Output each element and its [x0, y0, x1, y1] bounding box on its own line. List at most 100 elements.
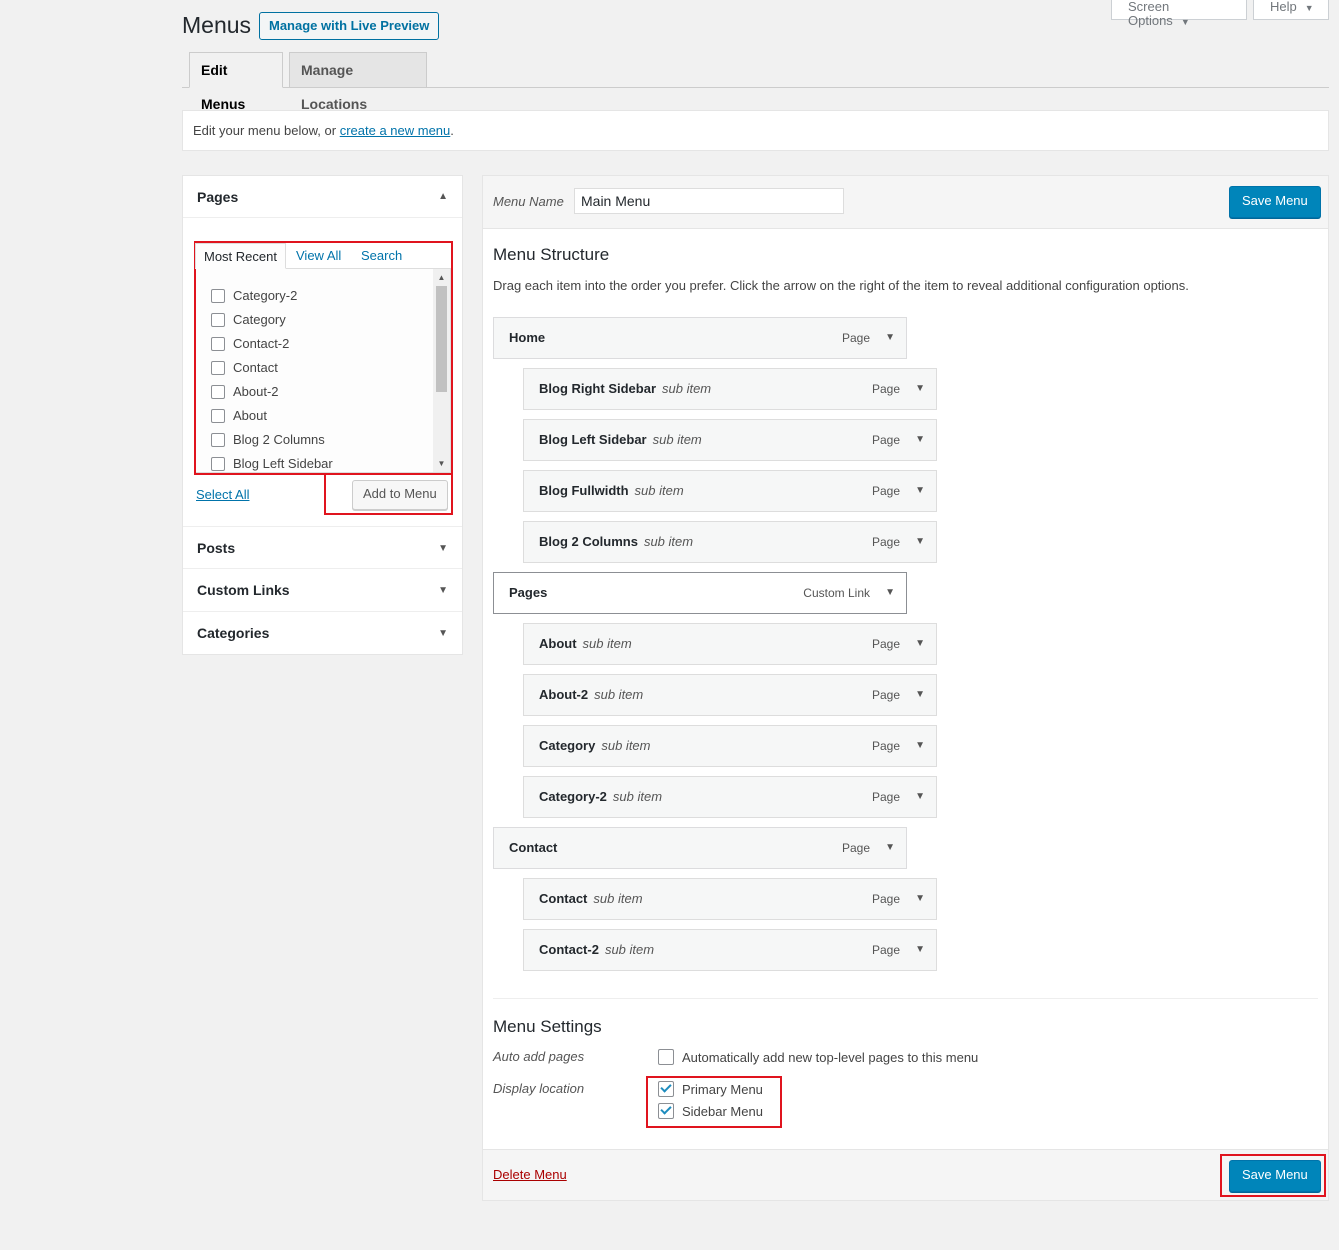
- menu-item-title: Blog Fullwidth sub item: [539, 471, 684, 511]
- item-edit-arrow-icon[interactable]: ▼: [885, 318, 895, 358]
- item-edit-arrow-icon[interactable]: ▼: [915, 930, 925, 970]
- caret-down-icon[interactable]: ▼: [438, 527, 448, 570]
- live-preview-button[interactable]: Manage with Live Preview: [259, 12, 440, 40]
- item-edit-arrow-icon[interactable]: ▼: [915, 726, 925, 766]
- highlight-save-bottom: [1220, 1154, 1326, 1197]
- menu-item-title: Category sub item: [539, 726, 651, 766]
- menu-item-title-text: Home: [509, 330, 546, 345]
- highlight-pages-list: [194, 241, 453, 475]
- menu-item-sub-label: sub item: [662, 381, 712, 396]
- menu-item-title: Contact sub item: [539, 879, 643, 919]
- accordion-pages-header[interactable]: Pages ▲: [183, 176, 462, 218]
- menu-item-title-text: Category-2: [539, 789, 607, 804]
- menu-item[interactable]: Pages Custom Link ▼: [493, 572, 907, 614]
- screen-options-button[interactable]: Screen Options ▼: [1111, 0, 1247, 28]
- menu-item-title-text: Contact: [539, 891, 588, 906]
- divider: [493, 998, 1318, 999]
- menu-item-title: Blog Right Sidebar sub item: [539, 369, 711, 409]
- item-edit-arrow-icon[interactable]: ▼: [915, 471, 925, 511]
- menu-item-sub-label: sub item: [604, 942, 655, 957]
- auto-add-text: Automatically add new top-level pages to…: [682, 1050, 979, 1065]
- item-edit-arrow-icon[interactable]: ▼: [915, 777, 925, 817]
- menu-item[interactable]: Contact-2 sub item Page ▼: [523, 929, 937, 971]
- accordion-posts[interactable]: Posts ▼: [183, 526, 462, 569]
- menu-item[interactable]: Blog 2 Columns sub item Page ▼: [523, 521, 937, 563]
- save-menu-button-top[interactable]: Save Menu: [1229, 186, 1321, 218]
- highlight-locations: [646, 1076, 782, 1128]
- menu-name-label: Menu Name: [493, 194, 564, 209]
- item-edit-arrow-icon[interactable]: ▼: [915, 879, 925, 919]
- caret-down-icon: ▼: [1304, 3, 1314, 13]
- accordion-categories[interactable]: Categories ▼: [183, 612, 462, 655]
- menu-item[interactable]: Contact Page ▼: [493, 827, 907, 869]
- item-edit-arrow-icon[interactable]: ▼: [885, 573, 895, 613]
- item-edit-arrow-icon[interactable]: ▼: [915, 420, 925, 460]
- menu-item-sub-label: sub item: [634, 483, 684, 498]
- menu-item[interactable]: About sub item Page ▼: [523, 623, 937, 665]
- menu-item-type: Page: [871, 535, 900, 549]
- caret-down-icon[interactable]: ▼: [438, 612, 448, 655]
- menu-item-title: About sub item: [539, 624, 632, 664]
- menu-item-title: Blog Left Sidebar sub item: [539, 420, 702, 460]
- menu-item-type: Page: [841, 331, 870, 345]
- menu-item-title-text: Pages: [509, 585, 548, 600]
- menu-item[interactable]: Home Page ▼: [493, 317, 907, 359]
- tab-most-recent[interactable]: Most Recent: [195, 243, 286, 269]
- menu-item-sub-label: sub item: [582, 636, 632, 651]
- menu-item[interactable]: Contact sub item Page ▼: [523, 878, 937, 920]
- screen-options-label: Screen Options: [1128, 0, 1173, 28]
- menu-settings-title: Menu Settings: [493, 1017, 602, 1036]
- menu-item-type: Page: [871, 688, 900, 702]
- delete-menu-link[interactable]: Delete Menu: [493, 1167, 567, 1182]
- item-edit-arrow-icon[interactable]: ▼: [915, 522, 925, 562]
- tab-edit-menus[interactable]: Edit Menus: [189, 52, 283, 112]
- info-end: .: [450, 123, 454, 138]
- caret-up-icon[interactable]: ▲: [438, 176, 448, 218]
- accordion-custom-links-title: Custom Links: [197, 582, 290, 598]
- menu-item[interactable]: Category-2 sub item Page ▼: [523, 776, 937, 818]
- item-edit-arrow-icon[interactable]: ▼: [915, 675, 925, 715]
- auto-add-checkbox[interactable]: [658, 1049, 674, 1065]
- menu-item-title: About-2 sub item: [539, 675, 643, 715]
- tab-manage-locations[interactable]: Manage Locations: [289, 52, 427, 112]
- menu-item-type: Page: [871, 739, 900, 753]
- info-text: Edit your menu below, or: [193, 123, 340, 138]
- accordion-categories-title: Categories: [197, 625, 270, 641]
- menu-structure-title: Menu Structure: [493, 245, 610, 264]
- help-label: Help: [1270, 0, 1297, 14]
- menu-item-title: Contact-2 sub item: [539, 930, 654, 970]
- item-edit-arrow-icon[interactable]: ▼: [915, 624, 925, 664]
- accordion-custom-links[interactable]: Custom Links ▼: [183, 569, 462, 612]
- menu-item-title-text: Category: [539, 738, 596, 753]
- display-location-label: Display location: [493, 1081, 585, 1096]
- menu-name-input[interactable]: Main Menu: [574, 188, 844, 214]
- menu-edit-panel: Menu Name Main Menu Save Menu Menu Struc…: [482, 175, 1329, 1201]
- accordion-pages-title: Pages: [197, 189, 239, 205]
- menu-item-sub-label: sub item: [601, 738, 651, 753]
- menu-item[interactable]: About-2 sub item Page ▼: [523, 674, 937, 716]
- caret-down-icon[interactable]: ▼: [438, 569, 448, 612]
- menu-item[interactable]: Blog Right Sidebar sub item Page ▼: [523, 368, 937, 410]
- accordion-posts-title: Posts: [197, 540, 236, 556]
- caret-down-icon: ▼: [1180, 17, 1190, 27]
- menu-item-title: Pages: [509, 573, 547, 613]
- menu-item-title-text: Blog Fullwidth: [539, 483, 629, 498]
- item-edit-arrow-icon[interactable]: ▼: [915, 369, 925, 409]
- item-edit-arrow-icon[interactable]: ▼: [885, 828, 895, 868]
- select-all-link[interactable]: Select All: [196, 487, 249, 502]
- page-title: Menus: [182, 12, 252, 38]
- auto-add-option[interactable]: Automatically add new top-level pages to…: [658, 1049, 978, 1065]
- menu-item-title-text: Blog Right Sidebar: [539, 381, 656, 396]
- menu-item[interactable]: Blog Fullwidth sub item Page ▼: [523, 470, 937, 512]
- menu-item[interactable]: Blog Left Sidebar sub item Page ▼: [523, 419, 937, 461]
- menu-item[interactable]: Category sub item Page ▼: [523, 725, 937, 767]
- help-button[interactable]: Help ▼: [1253, 0, 1329, 20]
- menu-item-sub-label: sub item: [643, 534, 694, 549]
- menu-item-type: Page: [871, 892, 900, 906]
- menu-item-type: Page: [841, 841, 870, 855]
- menu-item-sub-label: sub item: [612, 789, 663, 804]
- menu-item-title-text: Contact-2: [539, 942, 599, 957]
- menu-item-type: Page: [871, 433, 900, 447]
- menu-item-type: Page: [871, 637, 900, 651]
- create-menu-link[interactable]: create a new menu: [340, 123, 451, 138]
